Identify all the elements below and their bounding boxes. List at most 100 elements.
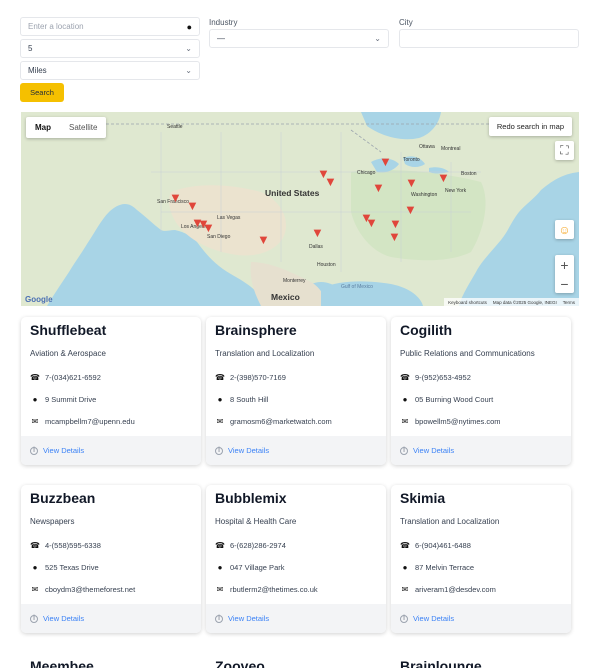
company-industry: Translation and Localization <box>400 517 500 526</box>
chevron-down-icon: ⌄ <box>374 34 381 43</box>
map-label-chicago: Chicago <box>357 170 376 176</box>
map-type-satellite-button[interactable]: Satellite <box>60 117 106 138</box>
google-logo: Google <box>25 295 53 304</box>
map-label-gulf: Gulf of Mexico <box>341 284 373 290</box>
view-details-link[interactable]: View Details <box>413 446 454 455</box>
chevron-down-icon: ⌄ <box>185 44 192 53</box>
terms-link[interactable]: Terms <box>563 300 575 305</box>
zoom-in-button[interactable]: + <box>555 255 574 274</box>
map[interactable]: Map Satellite Redo search in map ⛶ ☺ + −… <box>21 112 579 306</box>
zoom-control: + − <box>555 255 574 293</box>
map-marker-icon[interactable]: ▼ <box>311 225 324 240</box>
location-pin-icon: ● <box>186 21 192 32</box>
company-name: Skimia <box>400 490 446 506</box>
map-marker-icon[interactable]: ▼ <box>404 202 417 217</box>
envelope-icon: ✉ <box>216 585 224 594</box>
city-input[interactable] <box>399 29 579 48</box>
company-name-peek: Zooveo <box>215 658 265 668</box>
company-address: 9 Summit Drive <box>45 395 97 404</box>
zoom-out-button[interactable]: − <box>555 274 574 293</box>
company-email: gramosm6@marketwatch.com <box>230 417 332 426</box>
email-row: ✉ ariveram1@desdev.com <box>400 585 496 594</box>
email-row: ✉ bpowellm5@nytimes.com <box>400 417 501 426</box>
info-icon: i <box>30 446 38 455</box>
address-row: ● 05 Burning Wood Court <box>400 395 494 404</box>
company-phone: 7-(034)621-6592 <box>45 373 101 382</box>
view-details-link[interactable]: View Details <box>228 446 269 455</box>
info-icon: i <box>400 614 408 623</box>
map-marker-icon[interactable]: ▼ <box>379 154 392 169</box>
location-pin-icon: ● <box>32 395 38 404</box>
map-label-ottawa: Ottawa <box>419 144 435 150</box>
fullscreen-icon[interactable]: ⛶ <box>555 141 574 160</box>
card-footer: i View Details <box>391 436 571 465</box>
chevron-down-icon: ⌄ <box>185 66 192 75</box>
company-email: mcampbellm7@upenn.edu <box>45 417 135 426</box>
map-marker-icon[interactable]: ▼ <box>186 198 199 213</box>
map-label-mexico: Mexico <box>271 292 300 302</box>
keyboard-shortcuts-link[interactable]: Keyboard shortcuts <box>448 300 487 305</box>
view-details-link[interactable]: View Details <box>43 446 84 455</box>
info-icon: i <box>30 614 38 623</box>
company-address: 047 Village Park <box>230 563 285 572</box>
map-label-us: United States <box>265 188 320 198</box>
phone-icon: ☎ <box>215 373 225 382</box>
units-value: Miles <box>28 66 47 75</box>
view-details-link[interactable]: View Details <box>413 614 454 623</box>
map-marker-icon[interactable]: ▼ <box>388 229 401 244</box>
map-type-map-button[interactable]: Map <box>26 117 60 138</box>
phone-icon: ☎ <box>30 541 40 550</box>
location-input[interactable]: Enter a location ● <box>20 17 200 36</box>
email-row: ✉ mcampbellm7@upenn.edu <box>30 417 135 426</box>
distance-select[interactable]: 5 ⌄ <box>20 39 200 58</box>
card-footer: i View Details <box>391 604 571 633</box>
map-marker-icon[interactable]: ▼ <box>202 220 215 235</box>
company-phone: 6-(628)286-2974 <box>230 541 286 550</box>
info-icon: i <box>400 446 408 455</box>
company-card: Skimia Translation and Localization ☎ 6-(… <box>391 485 571 633</box>
map-marker-icon[interactable]: ▼ <box>437 170 450 185</box>
map-label-monterrey: Monterrey <box>283 278 306 284</box>
map-marker-icon[interactable]: ▼ <box>372 180 385 195</box>
phone-icon: ☎ <box>400 541 410 550</box>
map-label-montreal: Montreal <box>441 146 461 152</box>
company-industry: Newspapers <box>30 517 75 526</box>
card-footer: i View Details <box>21 604 201 633</box>
company-email: ariveram1@desdev.com <box>415 585 496 594</box>
company-name: Cogilith <box>400 322 453 338</box>
company-address: 525 Texas Drive <box>45 563 99 572</box>
location-pin-icon: ● <box>32 563 38 572</box>
company-phone: 2-(398)570-7169 <box>230 373 286 382</box>
company-industry: Translation and Localization <box>215 349 315 358</box>
address-row: ● 87 Melvin Terrace <box>400 563 474 572</box>
view-details-link[interactable]: View Details <box>43 614 84 623</box>
envelope-icon: ✉ <box>216 417 224 426</box>
company-name: Brainsphere <box>215 322 297 338</box>
units-select[interactable]: Miles ⌄ <box>20 61 200 80</box>
email-row: ✉ gramosm6@marketwatch.com <box>215 417 332 426</box>
map-type-control: Map Satellite <box>26 117 107 138</box>
phone-row: ☎ 6-(904)461-6488 <box>400 541 471 550</box>
search-button[interactable]: Search <box>20 83 64 102</box>
company-phone: 9-(952)653-4952 <box>415 373 471 382</box>
industry-select[interactable]: — ⌄ <box>209 29 389 48</box>
envelope-icon: ✉ <box>31 585 39 594</box>
map-label-new-york: New York <box>445 188 467 194</box>
company-address: 87 Melvin Terrace <box>415 563 475 572</box>
distance-value: 5 <box>28 44 33 53</box>
company-email: bpowellm5@nytimes.com <box>415 417 501 426</box>
pegman-icon[interactable]: ☺ <box>555 220 574 239</box>
map-label-toronto: Toronto <box>403 157 420 163</box>
view-details-link[interactable]: View Details <box>228 614 269 623</box>
company-industry: Hospital & Health Care <box>215 517 297 526</box>
map-marker-icon[interactable]: ▼ <box>169 190 182 205</box>
redo-search-button[interactable]: Redo search in map <box>488 117 572 136</box>
map-marker-icon[interactable]: ▼ <box>257 232 270 247</box>
company-card: Brainsphere Translation and Localization… <box>206 317 386 465</box>
company-name-peek: Brainlounge <box>400 658 482 668</box>
company-card: Buzzbean Newspapers ☎ 4-(558)595-6338 ● 52… <box>21 485 201 633</box>
map-marker-icon[interactable]: ▼ <box>365 215 378 230</box>
map-marker-icon[interactable]: ▼ <box>405 175 418 190</box>
map-marker-icon[interactable]: ▼ <box>324 174 337 189</box>
info-icon: i <box>215 446 223 455</box>
